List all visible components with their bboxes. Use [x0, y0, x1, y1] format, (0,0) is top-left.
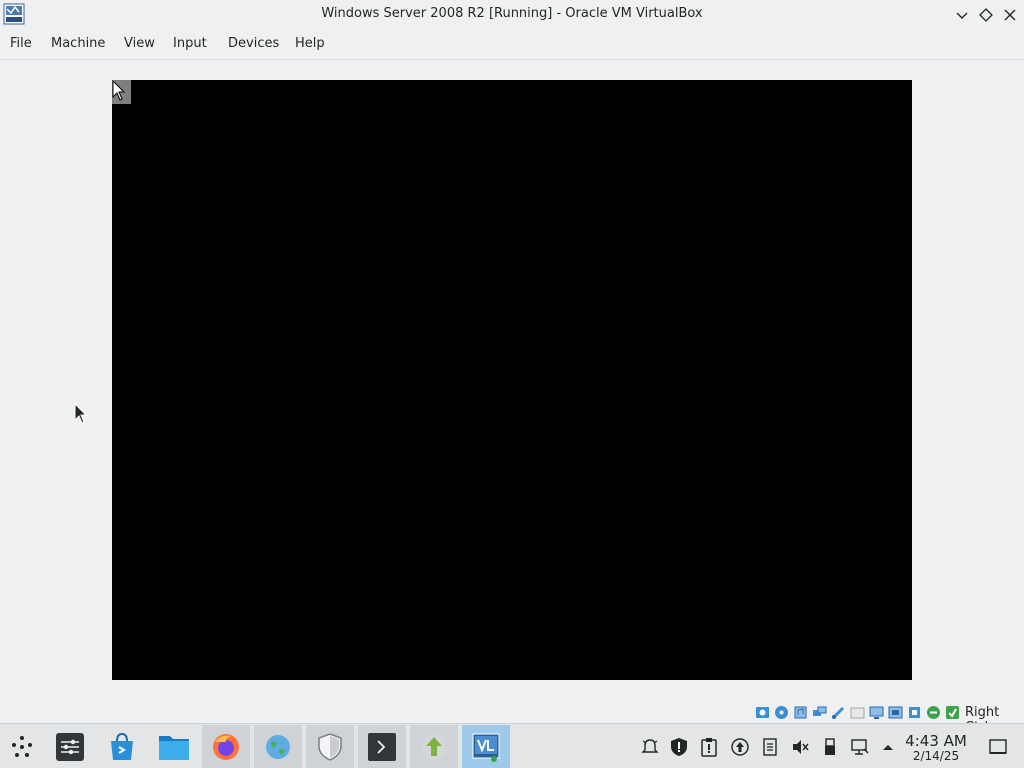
audio-icon[interactable] — [793, 705, 808, 720]
menu-separator — [0, 59, 1024, 60]
security-status-icon[interactable] — [669, 737, 689, 757]
menu-machine[interactable]: Machine — [51, 36, 105, 51]
show-desktop-icon[interactable] — [988, 737, 1008, 757]
security-shield-icon — [318, 733, 342, 761]
network-icon[interactable] — [812, 705, 827, 720]
menu-help[interactable]: Help — [295, 36, 325, 51]
close-icon[interactable] — [1000, 5, 1020, 25]
menu-devices[interactable]: Devices — [228, 36, 279, 51]
taskbar-item-browser[interactable] — [254, 725, 302, 768]
taskbar-item-security[interactable] — [306, 725, 354, 768]
taskbar-item-discover[interactable] — [98, 725, 146, 768]
clipboard-icon[interactable] — [699, 737, 719, 757]
file-manager-icon — [159, 736, 189, 760]
maximize-icon[interactable] — [976, 5, 996, 25]
notifications-icon[interactable] — [640, 737, 660, 757]
host-mouse-cursor-icon — [74, 403, 88, 424]
vm-status-bar: Right Ctrl — [0, 703, 1024, 735]
mouse-integration-icon[interactable] — [926, 705, 941, 720]
recording-icon[interactable] — [888, 705, 903, 720]
usb-device-icon[interactable] — [820, 737, 840, 757]
application-launcher-icon[interactable] — [9, 734, 35, 760]
menu-file[interactable]: File — [10, 36, 32, 51]
virtualbox-icon — [472, 733, 500, 762]
taskbar-item-updates[interactable] — [410, 725, 458, 768]
task-manager-icon[interactable] — [760, 737, 780, 757]
minimize-icon[interactable] — [952, 5, 972, 25]
title-bar[interactable]: Windows Server 2008 R2 [Running] - Oracl… — [0, 0, 1024, 29]
update-manager-icon — [421, 734, 447, 760]
firefox-icon — [213, 734, 239, 760]
menu-input[interactable]: Input — [173, 36, 207, 51]
guest-mouse-cursor-icon — [112, 79, 126, 101]
show-hidden-icons-chevron[interactable] — [878, 737, 898, 757]
shared-folders-icon[interactable] — [850, 705, 865, 720]
display-icon[interactable] — [869, 705, 884, 720]
clock-time[interactable]: 4:43 AM — [900, 732, 972, 750]
network-icon[interactable] — [850, 737, 870, 757]
taskbar: 4:43 AM 2/14/25 — [0, 723, 1024, 768]
taskbar-item-terminal[interactable] — [358, 725, 406, 768]
vm-display[interactable] — [112, 79, 912, 680]
discover-store-icon — [111, 732, 133, 760]
menu-view[interactable]: View — [124, 36, 155, 51]
taskbar-item-virtualbox[interactable] — [462, 725, 510, 768]
cpu-icon[interactable] — [907, 705, 922, 720]
optical-drive-icon[interactable] — [774, 705, 789, 720]
system-settings-icon — [56, 733, 84, 761]
updates-icon[interactable] — [730, 737, 750, 757]
keyboard-icon[interactable] — [945, 705, 960, 720]
terminal-icon — [368, 733, 396, 761]
window-title: Windows Server 2008 R2 [Running] - Oracl… — [321, 6, 703, 21]
guest-cursor-area — [112, 79, 131, 104]
volume-muted-icon[interactable] — [790, 737, 810, 757]
hard-disk-icon[interactable] — [755, 705, 770, 720]
taskbar-item-files[interactable] — [150, 725, 198, 768]
taskbar-item-firefox[interactable] — [202, 725, 250, 768]
web-browser-globe-icon — [266, 735, 290, 759]
taskbar-item-settings[interactable] — [46, 725, 94, 768]
usb-icon[interactable] — [831, 705, 846, 720]
menu-bar: File Machine View Input Devices Help — [0, 29, 1024, 59]
clock-date[interactable]: 2/14/25 — [900, 749, 972, 763]
